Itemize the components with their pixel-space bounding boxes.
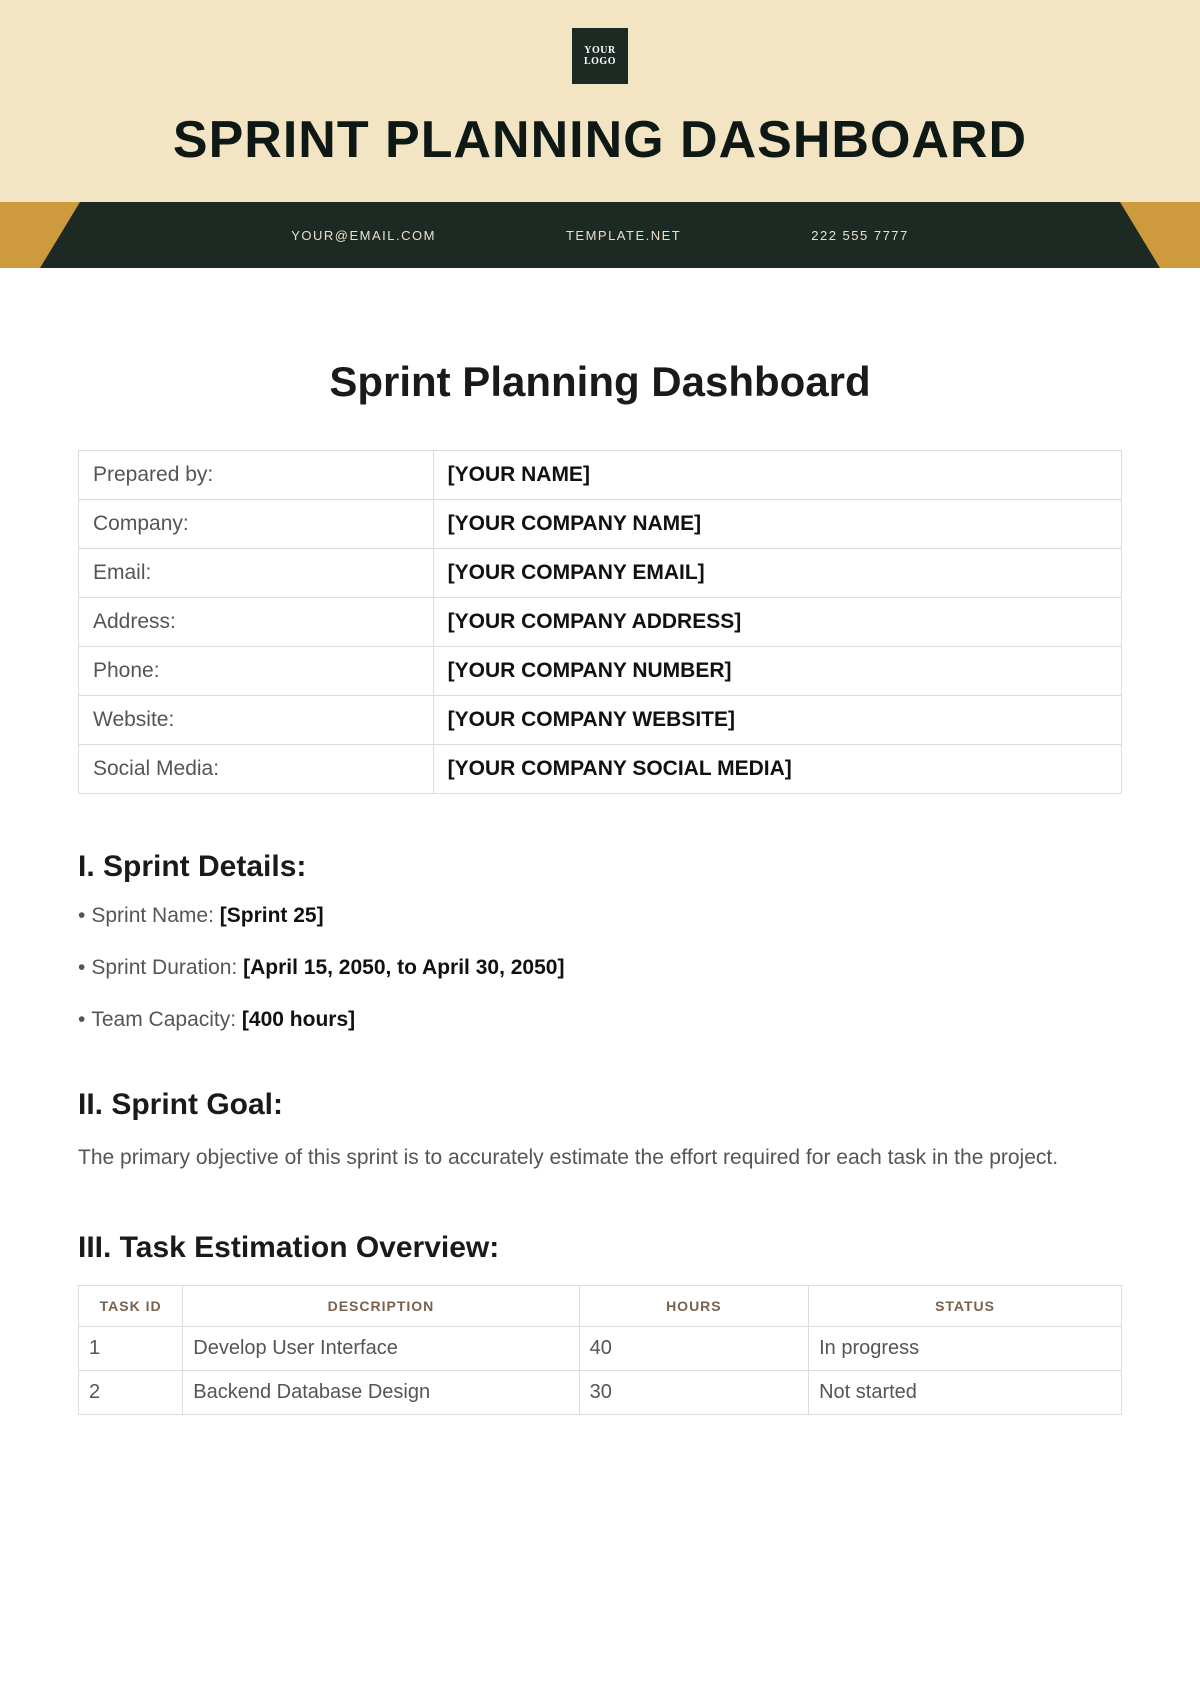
info-row: Address:[YOUR COMPANY ADDRESS] [79,598,1122,647]
bullet-icon: • [78,1008,85,1031]
contact-email: YOUR@EMAIL.COM [291,228,436,243]
sprint-details-list: • Sprint Name: [Sprint 25] • Sprint Duratio… [78,904,1122,1032]
sprint-detail-item: • Sprint Duration: [April 15, 2050, to Ap… [78,956,1122,980]
info-row: Email:[YOUR COMPANY EMAIL] [79,549,1122,598]
logo-placeholder: YOUR LOGO [572,28,628,84]
task-status: Not started [809,1370,1122,1414]
task-description: Backend Database Design [183,1370,579,1414]
page-title: Sprint Planning Dashboard [78,358,1122,406]
task-row: 2Backend Database Design30Not started [79,1370,1122,1414]
sprint-detail-value: [400 hours] [242,1008,355,1031]
info-row: Prepared by:[YOUR NAME] [79,451,1122,500]
task-col-header: STATUS [809,1285,1122,1326]
sprint-goal-text: The primary objective of this sprint is … [78,1142,1122,1175]
hero-banner: YOUR LOGO SPRINT PLANNING DASHBOARD [0,0,1200,202]
sprint-detail-label: Sprint Duration: [91,956,243,979]
info-label: Website: [79,696,434,745]
company-info-table: Prepared by:[YOUR NAME]Company:[YOUR COM… [78,450,1122,794]
dark-band: YOUR@EMAIL.COM TEMPLATE.NET 222 555 7777 [40,202,1160,268]
logo-text: YOUR LOGO [572,45,628,67]
info-value: [YOUR COMPANY WEBSITE] [433,696,1121,745]
info-label: Phone: [79,647,434,696]
info-row: Phone:[YOUR COMPANY NUMBER] [79,647,1122,696]
info-label: Social Media: [79,745,434,794]
heading-sprint-goal: II. Sprint Goal: [78,1088,1122,1122]
task-status: In progress [809,1326,1122,1370]
info-row: Company:[YOUR COMPANY NAME] [79,500,1122,549]
contact-band: YOUR@EMAIL.COM TEMPLATE.NET 222 555 7777 [0,202,1200,268]
info-label: Address: [79,598,434,647]
document-body: Sprint Planning Dashboard Prepared by:[Y… [0,268,1200,1455]
task-col-header: DESCRIPTION [183,1285,579,1326]
task-hours: 30 [579,1370,808,1414]
info-row: Social Media:[YOUR COMPANY SOCIAL MEDIA] [79,745,1122,794]
info-value: [YOUR COMPANY SOCIAL MEDIA] [433,745,1121,794]
task-hours: 40 [579,1326,808,1370]
info-value: [YOUR COMPANY NUMBER] [433,647,1121,696]
sprint-detail-value: [Sprint 25] [220,904,324,927]
info-row: Website:[YOUR COMPANY WEBSITE] [79,696,1122,745]
sprint-detail-label: Team Capacity: [91,1008,242,1031]
task-col-header: HOURS [579,1285,808,1326]
info-label: Prepared by: [79,451,434,500]
sprint-detail-item: • Sprint Name: [Sprint 25] [78,904,1122,928]
info-label: Company: [79,500,434,549]
info-value: [YOUR COMPANY ADDRESS] [433,598,1121,647]
task-id: 1 [79,1326,183,1370]
sprint-detail-label: Sprint Name: [91,904,219,927]
task-description: Develop User Interface [183,1326,579,1370]
info-value: [YOUR COMPANY NAME] [433,500,1121,549]
task-id: 2 [79,1370,183,1414]
contact-phone: 222 555 7777 [811,228,909,243]
task-col-header: TASK ID [79,1285,183,1326]
sprint-detail-item: • Team Capacity: [400 hours] [78,1008,1122,1032]
sprint-detail-value: [April 15, 2050, to April 30, 2050] [243,956,564,979]
task-table: TASK IDDESCRIPTIONHOURSSTATUS 1Develop U… [78,1285,1122,1415]
task-table-header-row: TASK IDDESCRIPTIONHOURSSTATUS [79,1285,1122,1326]
bullet-icon: • [78,904,85,927]
task-row: 1Develop User Interface40In progress [79,1326,1122,1370]
info-value: [YOUR NAME] [433,451,1121,500]
hero-title: SPRINT PLANNING DASHBOARD [0,110,1200,170]
info-value: [YOUR COMPANY EMAIL] [433,549,1121,598]
contact-site: TEMPLATE.NET [566,228,681,243]
info-label: Email: [79,549,434,598]
heading-sprint-details: I. Sprint Details: [78,850,1122,884]
heading-task-overview: III. Task Estimation Overview: [78,1231,1122,1265]
bullet-icon: • [78,956,85,979]
